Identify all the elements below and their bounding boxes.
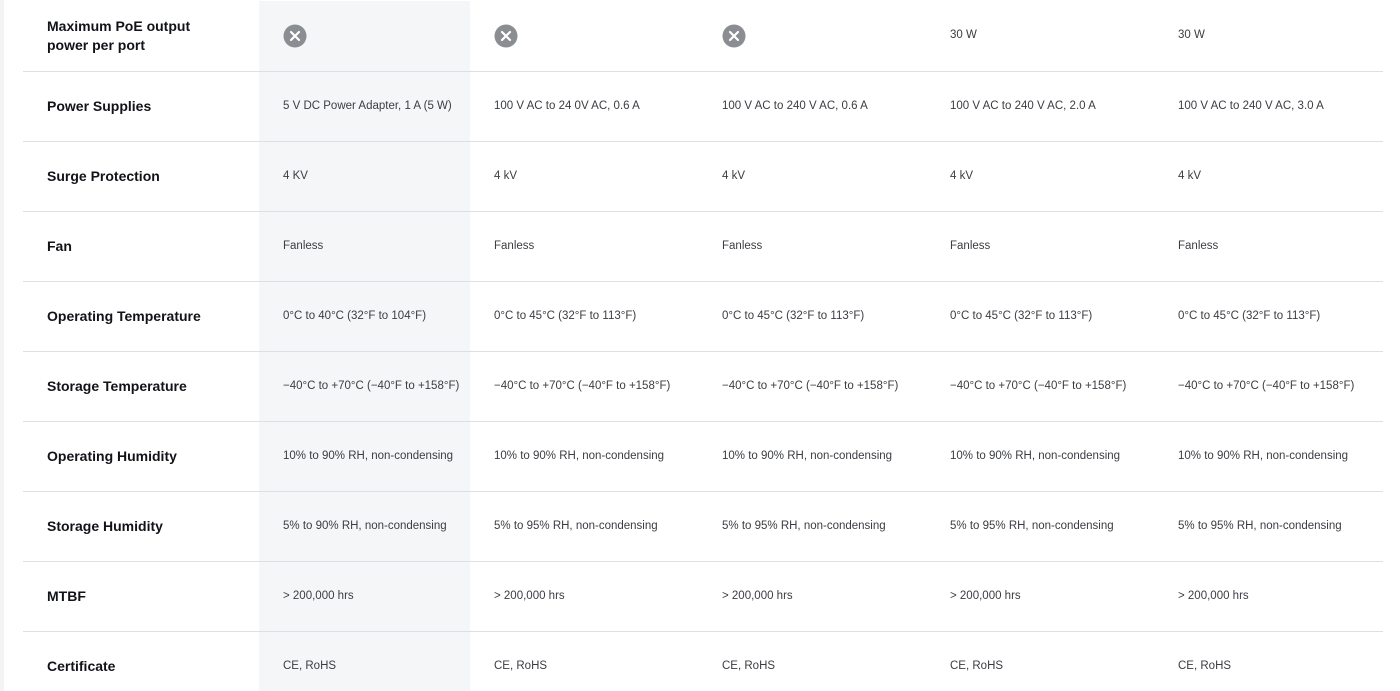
table-row: Fan Fanless Fanless Fanless Fanless Fanl…	[23, 211, 1383, 282]
table-cell: 4 kV	[1154, 141, 1383, 212]
table-cell: 10% to 90% RH, non-condensing	[1154, 421, 1383, 492]
table-cell: −40°C to +70°C (−40°F to +158°F)	[259, 351, 470, 422]
table-cell: CE, RoHS	[722, 659, 776, 672]
table-cell: 30 W	[926, 1, 1154, 72]
table-row: Surge Protection 4 KV 4 kV 4 kV 4 kV 4 k…	[23, 141, 1383, 212]
table-cell: > 200,000 hrs	[1154, 561, 1383, 632]
table-cell: 5% to 95% RH, non-condensing	[470, 491, 698, 562]
table-cell: 0°C to 45°C (32°F to 113°F)	[698, 281, 926, 352]
table-cell: > 200,000 hrs	[470, 561, 698, 632]
cell-unsupported	[698, 1, 926, 72]
row-label-certificate: Certificate	[47, 657, 116, 674]
table-cell: 5% to 95% RH, non-condensing	[698, 491, 926, 562]
table-cell: 0°C to 45°C (32°F to 113°F)	[926, 281, 1154, 352]
table-cell: 0°C to 45°C (32°F to 113°F)	[1154, 281, 1383, 352]
table-row: Power Supplies 5 V DC Power Adapter, 1 A…	[23, 71, 1383, 142]
table-cell: > 200,000 hrs	[698, 561, 926, 632]
table-cell: 5 V DC Power Adapter, 1 A (5 W)	[259, 71, 470, 142]
table-cell: Fanless	[926, 211, 1154, 282]
table-cell: Fanless	[259, 211, 470, 282]
row-label-storage-temperature: Storage Temperature	[23, 351, 259, 422]
table-cell: 30 W	[1154, 1, 1383, 72]
table-cell: 100 V AC to 24 0V AC, 0.6 A	[470, 71, 698, 142]
table-cell: 4 kV	[926, 141, 1154, 212]
table-cell: Fanless	[470, 211, 698, 282]
spec-page: Maximum PoE output power per port 30 W 3…	[0, 0, 1400, 691]
row-label-operating-temperature: Operating Temperature	[23, 281, 259, 352]
table-row: Operating Humidity 10% to 90% RH, non-co…	[23, 421, 1383, 492]
table-cell: Fanless	[1154, 211, 1383, 282]
table-cell: 4 kV	[698, 141, 926, 212]
table-cell: CE, RoHS	[950, 659, 1004, 672]
x-circle-icon	[722, 24, 746, 48]
row-label-surge-protection: Surge Protection	[23, 141, 259, 212]
table-row: MTBF > 200,000 hrs > 200,000 hrs > 200,0…	[23, 561, 1383, 632]
table-cell: CE, RoHS	[259, 631, 470, 691]
table-row: Operating Temperature 0°C to 40°C (32°F …	[23, 281, 1383, 352]
table-cell: 4 KV	[259, 141, 470, 212]
table-cell: −40°C to +70°C (−40°F to +158°F)	[698, 351, 926, 422]
table-cell: Fanless	[698, 211, 926, 282]
table-cell: 100 V AC to 240 V AC, 2.0 A	[926, 71, 1154, 142]
table-cell: 10% to 90% RH, non-condensing	[698, 421, 926, 492]
table-cell: 0°C to 45°C (32°F to 113°F)	[470, 281, 698, 352]
row-label-max-poe-output: Maximum PoE output power per port	[23, 1, 259, 72]
table-cell: CE, RoHS	[494, 659, 548, 672]
cell-unsupported	[259, 1, 470, 72]
row-label-operating-humidity: Operating Humidity	[23, 421, 259, 492]
table-cell: > 200,000 hrs	[926, 561, 1154, 632]
table-cell: −40°C to +70°C (−40°F to +158°F)	[1154, 351, 1383, 422]
table-row: Storage Humidity 5% to 90% RH, non-conde…	[23, 491, 1383, 562]
table-row: Maximum PoE output power per port 30 W 3…	[23, 1, 1383, 72]
table-row: Storage Temperature −40°C to +70°C (−40°…	[23, 351, 1383, 422]
table-cell: 0°C to 40°C (32°F to 104°F)	[259, 281, 470, 352]
table-cell: 100 V AC to 240 V AC, 3.0 A	[1154, 71, 1383, 142]
row-label-power-supplies: Power Supplies	[23, 71, 259, 142]
table-cell: 5% to 95% RH, non-condensing	[926, 491, 1154, 562]
table-cell: −40°C to +70°C (−40°F to +158°F)	[470, 351, 698, 422]
table-cell: −40°C to +70°C (−40°F to +158°F)	[926, 351, 1154, 422]
table-row: Certificate CE, RoHS CE, RoHS CE, RoHS C…	[23, 631, 1383, 691]
x-circle-icon	[283, 24, 307, 48]
row-label-storage-humidity: Storage Humidity	[23, 491, 259, 562]
table-cell: 10% to 90% RH, non-condensing	[926, 421, 1154, 492]
table-cell: CE, RoHS	[1178, 659, 1232, 672]
cell-unsupported	[470, 1, 698, 72]
row-label-mtbf: MTBF	[23, 561, 259, 632]
table-cell: 100 V AC to 240 V AC, 0.6 A	[698, 71, 926, 142]
table-cell: > 200,000 hrs	[259, 561, 470, 632]
table-cell: 5% to 95% RH, non-condensing	[1154, 491, 1383, 562]
row-label-fan: Fan	[23, 211, 259, 282]
table-cell: 4 kV	[470, 141, 698, 212]
page-left-edge	[0, 0, 4, 691]
table-cell: 10% to 90% RH, non-condensing	[470, 421, 698, 492]
table-cell: 10% to 90% RH, non-condensing	[259, 421, 470, 492]
x-circle-icon	[494, 24, 518, 48]
table-cell: 5% to 90% RH, non-condensing	[259, 491, 470, 562]
spec-comparison-table: Maximum PoE output power per port 30 W 3…	[23, 1, 1383, 691]
